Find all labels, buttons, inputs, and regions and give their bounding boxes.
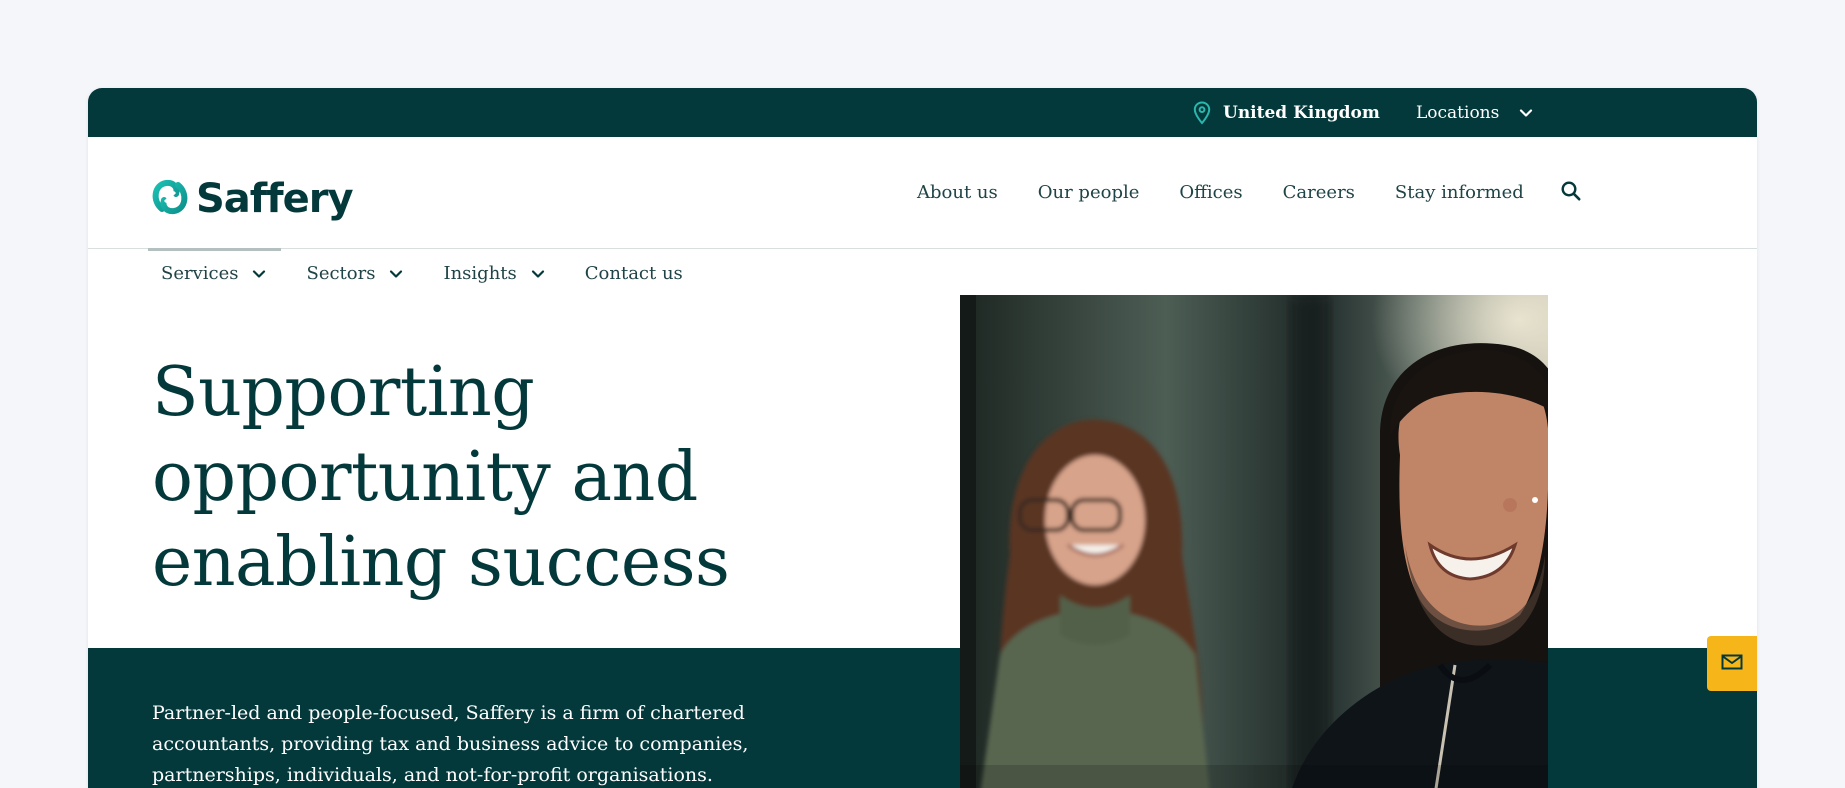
mail-icon (1721, 654, 1743, 674)
subnav-services[interactable]: Services (148, 248, 282, 296)
saffery-logo[interactable]: Saffery (148, 175, 354, 223)
locations-label: Locations (1416, 102, 1500, 123)
location-selector[interactable]: United Kingdom (1193, 88, 1380, 137)
contact-mail-button[interactable] (1707, 636, 1757, 691)
location-label: United Kingdom (1223, 102, 1380, 123)
utility-bar: United Kingdom Locations (88, 88, 1757, 137)
search-icon (1560, 180, 1582, 206)
nav-offices[interactable]: Offices (1179, 182, 1242, 203)
primary-nav: About us Our people Offices Careers Stay… (917, 137, 1582, 248)
subnav-contact-us-label: Contact us (584, 263, 683, 284)
locations-dropdown[interactable]: Locations (1416, 88, 1533, 137)
nav-about-us[interactable]: About us (917, 182, 998, 203)
secondary-nav: Services Sectors Insights Contact us (148, 248, 710, 296)
main-header: Saffery About us Our people Offices Care… (88, 137, 1757, 249)
chevron-down-icon (252, 263, 266, 284)
hero-intro-text: Partner-led and people-focused, Saffery … (152, 702, 749, 786)
chevron-down-icon (1519, 103, 1533, 123)
people-photo-illustration (960, 295, 1548, 788)
hero-photo (960, 295, 1548, 788)
nav-stay-informed[interactable]: Stay informed (1395, 182, 1524, 203)
logo-mark-icon (148, 175, 192, 223)
browser-page: United Kingdom Locations Saffery About u… (88, 88, 1757, 788)
subnav-services-label: Services (161, 263, 239, 284)
chevron-down-icon (531, 263, 545, 284)
map-pin-icon (1193, 100, 1211, 125)
nav-careers[interactable]: Careers (1283, 182, 1355, 203)
subnav-insights-label: Insights (443, 263, 517, 284)
search-button[interactable] (1560, 180, 1582, 206)
subnav-sectors-label: Sectors (306, 263, 376, 284)
logo-wordmark: Saffery (196, 176, 354, 222)
subnav-insights[interactable]: Insights (430, 248, 559, 296)
nav-our-people[interactable]: Our people (1038, 182, 1140, 203)
hero-title: Supporting opportunity and enabling succ… (152, 353, 730, 602)
chevron-down-icon (389, 263, 403, 284)
subnav-sectors[interactable]: Sectors (293, 248, 418, 296)
subnav-contact-us[interactable]: Contact us (572, 248, 698, 296)
